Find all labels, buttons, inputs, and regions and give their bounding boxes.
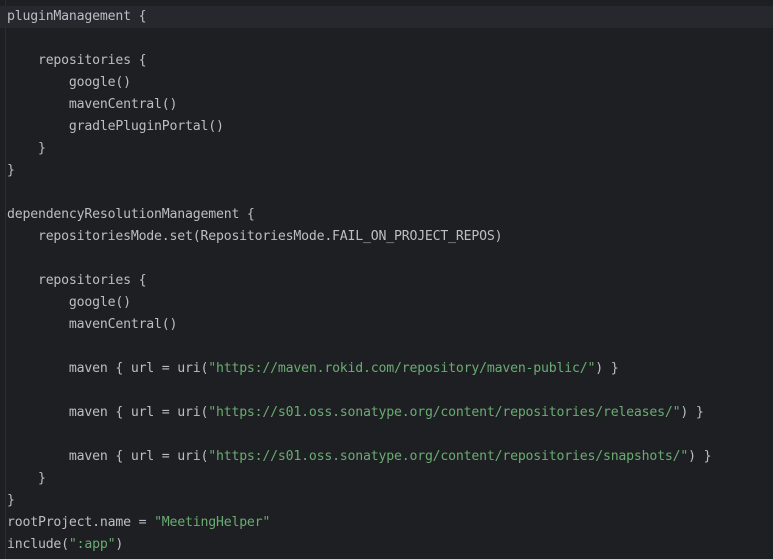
code-text: google() [7, 75, 131, 90]
code-line-23[interactable]: } [7, 490, 767, 512]
gutter-divider [5, 0, 6, 559]
code-line-6[interactable]: gradlePluginPortal() [7, 116, 767, 138]
code-line-3[interactable]: repositories { [7, 50, 767, 72]
string-literal: "https://maven.rokid.com/repository/mave… [208, 361, 596, 376]
code-text: } [7, 141, 46, 156]
code-text: ) } [595, 361, 619, 376]
code-line-19[interactable]: maven { url = uri("https://s01.oss.sonat… [7, 402, 767, 424]
code-line-14[interactable]: google() [7, 292, 767, 314]
code-line-22[interactable]: } [7, 468, 767, 490]
code-text: include( [7, 537, 69, 552]
code-text: maven { url = uri( [7, 361, 209, 376]
code-text: maven { url = uri( [7, 405, 209, 420]
code-text: } [7, 163, 15, 178]
code-text: gradlePluginPortal() [7, 119, 224, 134]
code-line-1[interactable]: pluginManagement { [0, 6, 773, 28]
code-text: repositories { [7, 53, 147, 68]
code-text: ) [115, 537, 124, 552]
code-line-15[interactable]: mavenCentral() [7, 314, 767, 336]
string-literal: "https://s01.oss.sonatype.org/content/re… [208, 405, 681, 420]
code-text: rootProject.name = [7, 515, 155, 530]
code-line-5[interactable]: mavenCentral() [7, 94, 767, 116]
code-line-24[interactable]: rootProject.name = "MeetingHelper" [7, 512, 767, 534]
code-text: ) } [688, 449, 712, 464]
code-text: repositories { [7, 273, 147, 288]
code-line-8[interactable]: } [7, 160, 767, 182]
code-text: google() [7, 295, 131, 310]
code-line-2[interactable] [7, 28, 767, 50]
code-line-20[interactable] [7, 424, 767, 446]
code-text: dependencyResolutionManagement { [7, 207, 255, 222]
code-area[interactable]: pluginManagement { repositories { google… [0, 6, 773, 556]
code-line-12[interactable] [7, 248, 767, 270]
code-line-11[interactable]: repositoriesMode.set(RepositoriesMode.FA… [7, 226, 767, 248]
code-line-16[interactable] [7, 336, 767, 358]
code-line-13[interactable]: repositories { [7, 270, 767, 292]
code-line-17[interactable]: maven { url = uri("https://maven.rokid.c… [7, 358, 767, 380]
code-line-9[interactable] [7, 182, 767, 204]
code-text: mavenCentral() [7, 97, 178, 112]
code-text: maven { url = uri( [7, 449, 209, 464]
code-text: pluginManagement { [7, 9, 147, 24]
code-line-21[interactable]: maven { url = uri("https://s01.oss.sonat… [7, 446, 767, 468]
code-text: } [7, 493, 15, 508]
code-text: mavenCentral() [7, 317, 178, 332]
code-line-7[interactable]: } [7, 138, 767, 160]
code-line-18[interactable] [7, 380, 767, 402]
code-text: repositoriesMode.set(RepositoriesMode.FA… [7, 229, 503, 244]
string-literal: "https://s01.oss.sonatype.org/content/re… [208, 449, 689, 464]
code-line-25[interactable]: include(":app") [7, 534, 767, 556]
string-literal: "MeetingHelper" [154, 515, 271, 530]
code-line-10[interactable]: dependencyResolutionManagement { [7, 204, 767, 226]
string-literal: ":app" [68, 537, 116, 552]
code-text: } [7, 471, 46, 486]
code-text: ) } [680, 405, 704, 420]
code-editor[interactable]: pluginManagement { repositories { google… [0, 0, 773, 559]
code-line-4[interactable]: google() [7, 72, 767, 94]
